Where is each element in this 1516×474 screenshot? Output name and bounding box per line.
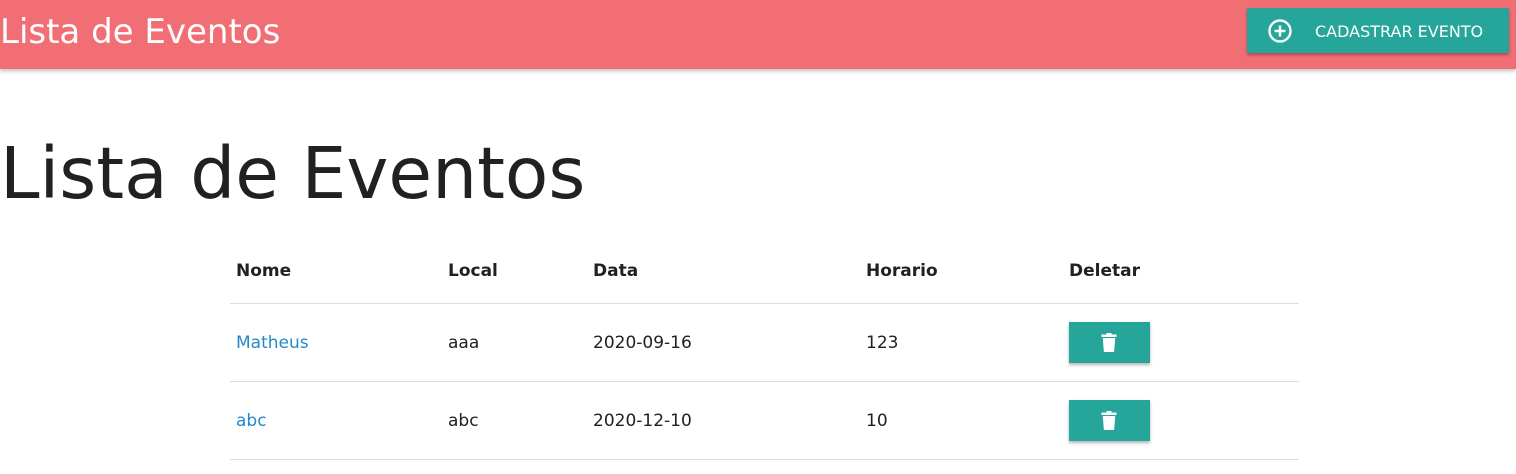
event-name-link[interactable]: Matheus [236, 333, 309, 353]
top-navbar: Lista de Eventos CADASTRAR EVENTO [0, 0, 1516, 69]
event-local: abc [448, 411, 479, 431]
event-date: 2020-12-10 [593, 411, 692, 431]
event-local: aaa [448, 333, 480, 353]
column-header-local: Local [448, 261, 498, 281]
event-name-link[interactable]: abc [236, 411, 267, 431]
delete-event-button[interactable] [1069, 400, 1150, 441]
page-title: Lista de Eventos [0, 132, 586, 215]
column-header-deletar: Deletar [1069, 261, 1140, 281]
table-row: Matheus aaa 2020-09-16 123 [230, 304, 1299, 382]
trash-icon [1101, 333, 1117, 352]
event-time: 123 [866, 333, 899, 353]
table-header: Nome Local Data Horario Deletar [230, 242, 1299, 304]
trash-icon [1101, 411, 1117, 430]
column-header-horario: Horario [866, 261, 938, 281]
add-event-button[interactable]: CADASTRAR EVENTO [1247, 8, 1509, 53]
table-row: abc abc 2020-12-10 10 [230, 382, 1299, 460]
navbar-brand[interactable]: Lista de Eventos [0, 8, 280, 56]
delete-event-button[interactable] [1069, 322, 1150, 363]
event-time: 10 [866, 411, 888, 431]
event-date: 2020-09-16 [593, 333, 692, 353]
plus-circle-icon [1268, 19, 1292, 43]
column-header-nome: Nome [236, 261, 292, 281]
add-event-button-label: CADASTRAR EVENTO [1315, 22, 1484, 41]
column-header-data: Data [593, 261, 639, 281]
